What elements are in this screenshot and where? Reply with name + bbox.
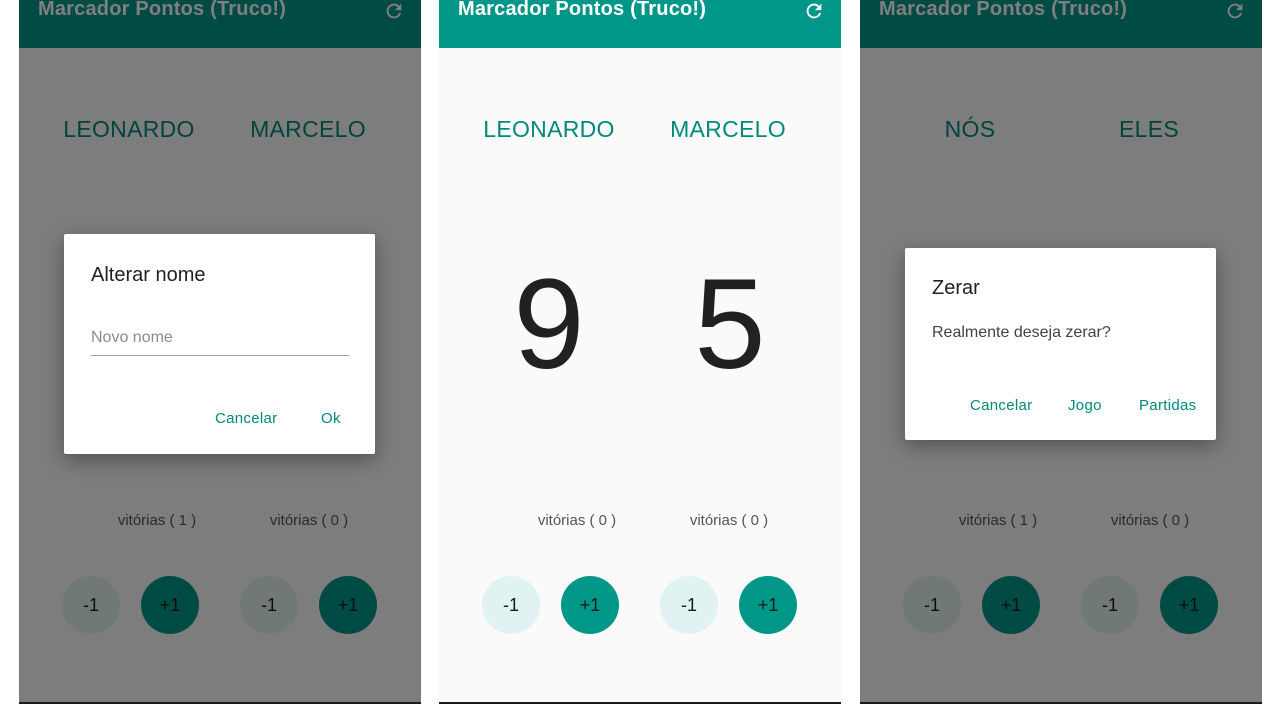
cancel-button[interactable]: Cancelar [215, 410, 277, 427]
rename-dialog: Alterar nome Cancelar Ok [64, 234, 375, 454]
dialog-title: Zerar [932, 277, 980, 299]
team-b-wins: vitórias ( 0 ) [689, 512, 769, 529]
dialog-message: Realmente deseja zerar? [932, 324, 1111, 341]
app-title: Marcador Pontos (Truco!) [458, 0, 707, 20]
team-b-score: 5 [694, 253, 766, 396]
team-a-plus-button[interactable]: +1 [561, 576, 619, 634]
ok-button[interactable]: Ok [321, 410, 341, 427]
reset-dialog: Zerar Realmente deseja zerar? Cancelar J… [905, 248, 1216, 440]
phone-screen-reset: Marcador Pontos (Truco!) NÓS ELES vitóri… [860, 0, 1262, 704]
dialog-title: Alterar nome [91, 264, 206, 286]
reset-game-button[interactable]: Jogo [1068, 397, 1102, 414]
team-a-name[interactable]: LEONARDO [459, 116, 639, 143]
reset-matches-button[interactable]: Partidas [1139, 397, 1196, 414]
team-a-minus-button[interactable]: -1 [482, 576, 540, 634]
team-b-name[interactable]: MARCELO [638, 116, 818, 143]
refresh-icon[interactable] [803, 0, 825, 22]
phone-screen-scoreboard: Marcador Pontos (Truco!) LEONARDO MARCEL… [439, 0, 841, 704]
app-bar: Marcador Pontos (Truco!) [439, 0, 841, 48]
team-b-minus-button[interactable]: -1 [660, 576, 718, 634]
team-b-plus-button[interactable]: +1 [739, 576, 797, 634]
team-a-score: 9 [513, 253, 585, 396]
screenshot-collage: Marcador Pontos (Truco!) LEONARDO MARCEL… [0, 0, 1280, 720]
cancel-button[interactable]: Cancelar [970, 397, 1032, 414]
phone-screen-rename: Marcador Pontos (Truco!) LEONARDO MARCEL… [19, 0, 421, 704]
new-name-input[interactable] [91, 320, 349, 356]
